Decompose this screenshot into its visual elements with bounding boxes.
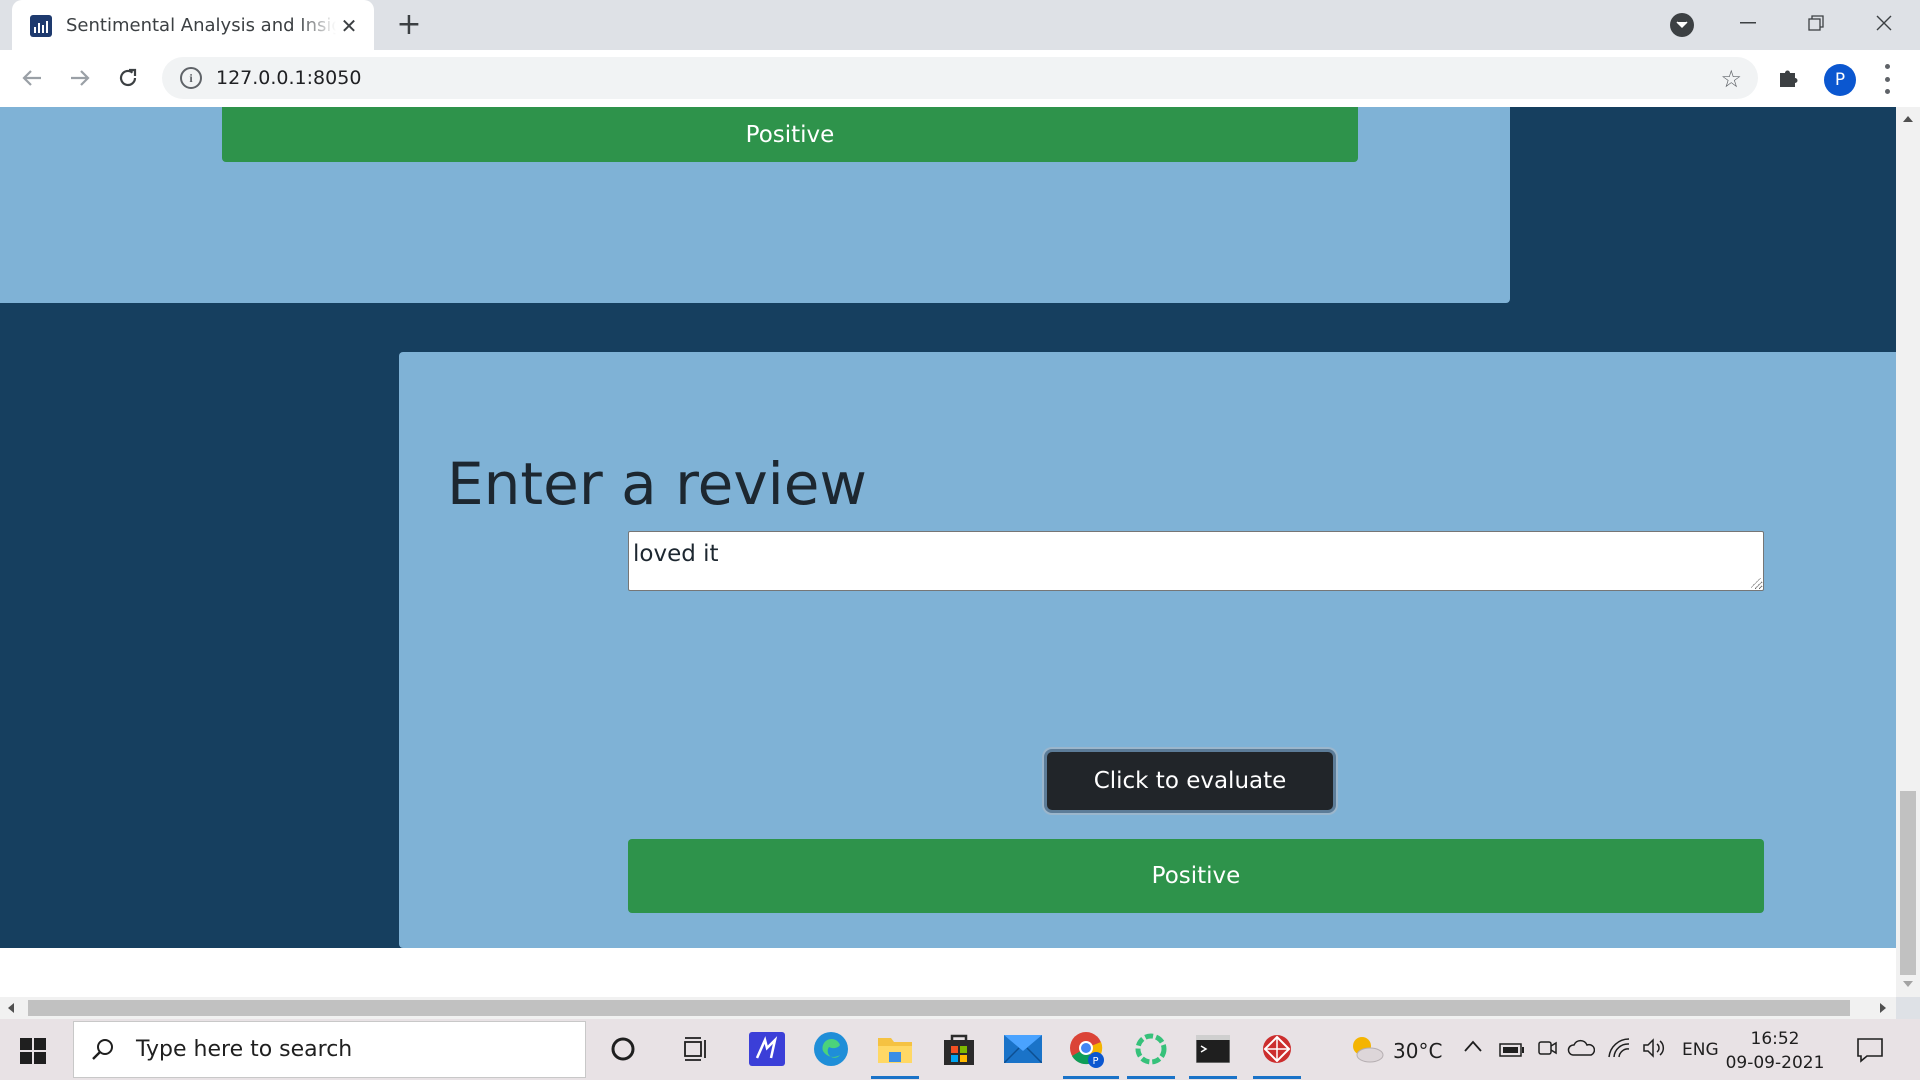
- search-icon: [92, 1038, 113, 1060]
- app-favicon-icon: [30, 14, 52, 37]
- horizontal-scroll-thumb[interactable]: [28, 1000, 1850, 1016]
- store-icon[interactable]: [939, 1029, 979, 1069]
- taskbar-search[interactable]: Type here to search: [73, 1021, 586, 1078]
- horizontal-scrollbar[interactable]: [0, 997, 1896, 1019]
- system-clock[interactable]: 16:52 09-09-2021: [1710, 1027, 1840, 1075]
- reload-icon[interactable]: [110, 60, 146, 96]
- meet-now-icon[interactable]: [1537, 1038, 1557, 1063]
- vertical-scrollbar[interactable]: [1896, 107, 1920, 997]
- notification-icon[interactable]: [1856, 1037, 1884, 1068]
- file-explorer-icon[interactable]: [871, 1029, 919, 1079]
- clock-time: 16:52: [1750, 1029, 1800, 1049]
- review-input[interactable]: [628, 531, 1764, 591]
- active-indicator: [1063, 1076, 1119, 1079]
- previous-result-alert: Positive: [222, 107, 1358, 162]
- back-icon[interactable]: [14, 60, 50, 96]
- weather-icon[interactable]: [1346, 1029, 1386, 1069]
- spinner-app-icon[interactable]: [1127, 1029, 1175, 1079]
- tab-title: Sentimental Analysis and Insights: [66, 15, 336, 36]
- kebab-menu-icon[interactable]: [1882, 64, 1892, 94]
- browser-tab-strip: Sentimental Analysis and Insights ✕ +: [0, 0, 1920, 51]
- terminal-icon[interactable]: [1189, 1029, 1237, 1079]
- review-card: Enter a review Click to evaluate Positiv…: [399, 352, 1900, 948]
- app-editor-icon[interactable]: [747, 1029, 787, 1069]
- task-view-icon[interactable]: [675, 1029, 715, 1069]
- weather-temp: 30°C: [1393, 1039, 1443, 1063]
- page-background: Positive Enter a review Click to evaluat…: [0, 107, 1900, 948]
- ruby-app-icon[interactable]: [1253, 1029, 1301, 1079]
- scroll-right-icon[interactable]: [1880, 1003, 1886, 1013]
- cortana-icon[interactable]: [603, 1029, 643, 1069]
- star-icon[interactable]: ☆: [1720, 65, 1742, 93]
- restore-icon[interactable]: [1784, 0, 1848, 46]
- active-indicator: [871, 1076, 919, 1079]
- battery-icon[interactable]: [1499, 1041, 1525, 1062]
- scroll-down-icon[interactable]: [1903, 981, 1913, 987]
- address-url: 127.0.0.1:8050: [216, 67, 362, 89]
- close-window-icon[interactable]: [1852, 0, 1916, 46]
- chevron-down-icon[interactable]: [1670, 13, 1694, 37]
- browser-tab[interactable]: Sentimental Analysis and Insights ✕: [12, 0, 374, 51]
- plus-icon[interactable]: +: [392, 8, 426, 42]
- close-icon[interactable]: ✕: [338, 14, 360, 38]
- volume-icon[interactable]: [1642, 1038, 1666, 1063]
- chevron-up-icon[interactable]: [1463, 1037, 1483, 1058]
- chrome-icon[interactable]: P: [1063, 1029, 1119, 1079]
- scroll-left-icon[interactable]: [8, 1003, 14, 1013]
- minimize-icon[interactable]: [1716, 0, 1780, 46]
- previous-card: Positive: [0, 107, 1510, 303]
- info-icon[interactable]: i: [180, 67, 202, 89]
- active-indicator: [1127, 1076, 1175, 1079]
- windows-taskbar: Type here to search P 30°C ENG 16:52 09-…: [0, 1019, 1920, 1080]
- mail-icon[interactable]: [1003, 1029, 1043, 1069]
- edge-icon[interactable]: [811, 1029, 851, 1069]
- onedrive-icon[interactable]: [1567, 1039, 1596, 1062]
- forward-icon[interactable]: [62, 60, 98, 96]
- browser-toolbar: i 127.0.0.1:8050 ☆ P: [0, 50, 1920, 107]
- search-placeholder: Type here to search: [136, 1037, 353, 1062]
- puzzle-icon[interactable]: [1776, 66, 1802, 92]
- sentiment-result-alert: Positive: [628, 839, 1764, 913]
- wifi-icon[interactable]: [1607, 1037, 1631, 1064]
- active-indicator: [1253, 1076, 1301, 1079]
- page-title: Enter a review: [447, 450, 867, 518]
- evaluate-button[interactable]: Click to evaluate: [1044, 749, 1336, 813]
- svg-text:P: P: [1093, 1056, 1099, 1067]
- avatar[interactable]: P: [1824, 64, 1856, 96]
- resize-handle-icon[interactable]: [1751, 578, 1761, 588]
- page-viewport: Positive Enter a review Click to evaluat…: [0, 107, 1900, 997]
- windows-start-icon[interactable]: [20, 1038, 46, 1064]
- active-indicator: [1189, 1076, 1237, 1079]
- vertical-scroll-thumb[interactable]: [1900, 791, 1916, 975]
- clock-date: 09-09-2021: [1725, 1053, 1825, 1073]
- address-bar[interactable]: i 127.0.0.1:8050 ☆: [162, 57, 1758, 99]
- scroll-up-icon[interactable]: [1903, 116, 1913, 122]
